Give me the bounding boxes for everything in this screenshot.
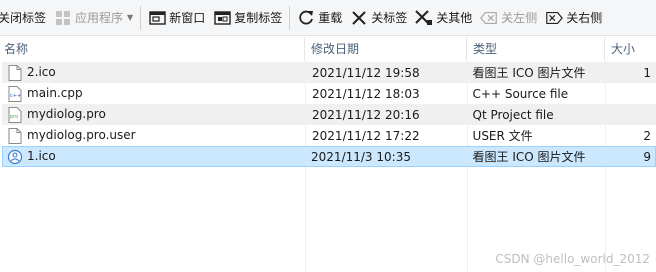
file-type: C++ Source file — [472, 87, 569, 101]
close-icon — [350, 9, 368, 27]
column-header-name[interactable]: 名称 — [0, 37, 305, 61]
close-tab-button[interactable]: 关标签 — [346, 3, 411, 33]
apps-button[interactable]: 应用程序 ▼ — [50, 3, 137, 33]
file-row[interactable]: 2.ico 2021/11/12 19:58 看图王 ICO 图片文件 1 — [2, 62, 656, 83]
file-type: 看图王 ICO 图片文件 — [472, 66, 586, 80]
file-type: 看图王 ICO 图片文件 — [472, 150, 586, 164]
cpp-file-icon: c++ — [7, 85, 23, 102]
toolbar-divider — [289, 5, 291, 30]
file-row[interactable]: c++ main.cpp 2021/11/12 18:03 C++ Source… — [2, 83, 656, 104]
svg-text:pro: pro — [10, 114, 18, 120]
ico-image-icon — [7, 149, 23, 165]
apps-label: 应用程序 — [75, 11, 124, 25]
close-others-button[interactable]: 关其他 — [411, 3, 476, 33]
close-right-icon — [545, 9, 564, 27]
file-date: 2021/11/12 20:16 — [312, 108, 420, 122]
file-date: 2021/11/3 10:35 — [311, 150, 411, 164]
column-header-date[interactable]: 修改日期 — [305, 37, 467, 61]
apps-grid-icon — [54, 9, 72, 27]
generic-file-icon — [7, 64, 23, 81]
new-window-icon — [148, 9, 166, 27]
file-name-cell: c++ main.cpp — [3, 84, 305, 103]
copy-tab-button[interactable]: 复制标签 — [209, 3, 286, 33]
close-tabs-button[interactable]: 关闭标签 — [0, 3, 50, 33]
file-size — [604, 105, 655, 124]
watermark: CSDN @hello_world_2012 — [495, 252, 650, 266]
file-name-cell: mydiolog.pro.user — [3, 126, 305, 145]
column-header-type[interactable]: 类型 — [467, 37, 605, 61]
close-left-label: 关左侧 — [501, 11, 538, 25]
close-right-button[interactable]: 关右侧 — [541, 3, 606, 33]
file-size: 1 — [643, 66, 651, 80]
file-type: USER 文件 — [472, 129, 533, 143]
file-name-cell: 2.ico — [3, 63, 305, 82]
column-header: 名称 修改日期 类型 大小 — [0, 37, 656, 61]
new-window-button[interactable]: 新窗口 — [144, 3, 209, 33]
file-size: 9 — [643, 150, 651, 164]
file-name-cell: 1.ico — [3, 147, 305, 166]
file-size: 2 — [643, 129, 651, 143]
file-name: 1.ico — [27, 149, 56, 163]
svg-text:c++: c++ — [10, 93, 21, 99]
toolbar: 关闭标签 应用程序 ▼ 新窗口 复制标签 重载 关标签 关其他 关左侧 关右侧 — [0, 0, 656, 36]
close-others-icon — [415, 9, 433, 27]
chevron-down-icon: ▼ — [127, 13, 134, 22]
file-date: 2021/11/12 18:03 — [312, 87, 420, 101]
file-type: Qt Project file — [472, 108, 554, 122]
file-row[interactable]: mydiolog.pro.user 2021/11/12 17:22 USER … — [2, 125, 656, 146]
close-right-label: 关右侧 — [566, 11, 603, 25]
close-left-button[interactable]: 关左侧 — [476, 3, 541, 33]
new-window-label: 新窗口 — [169, 11, 206, 25]
file-size — [604, 84, 655, 103]
file-row-selected[interactable]: 1.ico 2021/11/3 10:35 看图王 ICO 图片文件 9 — [2, 146, 656, 167]
close-tab-label: 关标签 — [371, 11, 408, 25]
generic-file-icon — [7, 127, 23, 144]
close-tabs-label: 关闭标签 — [0, 11, 47, 25]
reload-button[interactable]: 重载 — [293, 3, 346, 33]
file-date: 2021/11/12 17:22 — [312, 129, 420, 143]
pro-file-icon: pro — [7, 106, 23, 123]
file-row[interactable]: pro mydiolog.pro 2021/11/12 20:16 Qt Pro… — [2, 104, 656, 125]
file-name-cell: pro mydiolog.pro — [3, 105, 305, 124]
file-name: mydiolog.pro.user — [27, 128, 136, 142]
file-name: mydiolog.pro — [27, 107, 106, 121]
reload-label: 重载 — [318, 11, 343, 25]
column-header-size[interactable]: 大小 — [605, 37, 656, 61]
copy-tab-label: 复制标签 — [234, 11, 283, 25]
toolbar-divider — [140, 5, 142, 30]
file-date: 2021/11/12 19:58 — [312, 66, 420, 80]
close-others-label: 关其他 — [436, 11, 473, 25]
reload-icon — [297, 9, 315, 27]
close-left-icon — [480, 9, 498, 27]
file-list: 2.ico 2021/11/12 19:58 看图王 ICO 图片文件 1 c+… — [0, 62, 656, 167]
copy-tab-icon — [213, 9, 231, 27]
file-name: main.cpp — [27, 86, 83, 100]
file-name: 2.ico — [27, 65, 56, 79]
